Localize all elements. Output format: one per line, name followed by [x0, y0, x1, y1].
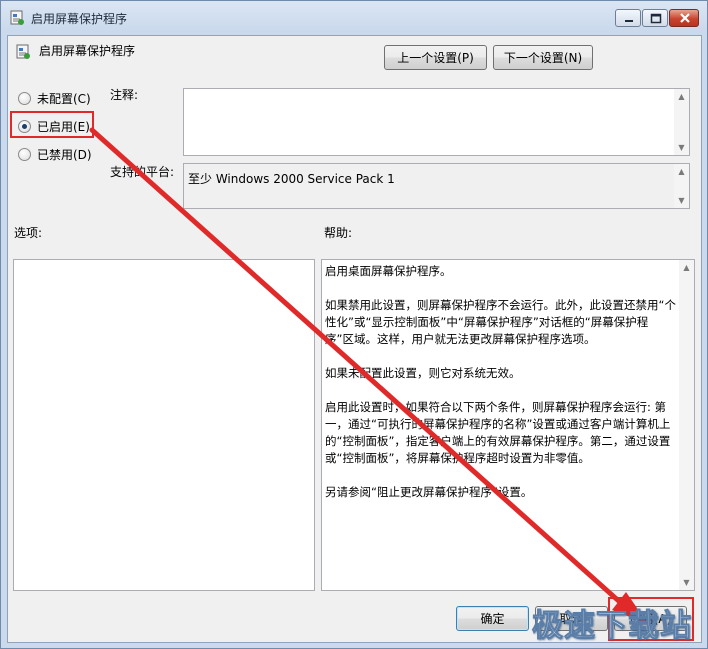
policy-setting-icon [16, 44, 30, 59]
help-paragraph: 如果未配置此设置，则它对系统无效。 [325, 366, 521, 380]
maximize-icon [650, 13, 662, 24]
maximize-button[interactable] [642, 9, 668, 27]
previous-setting-button[interactable]: 上一个设置(P) [384, 45, 487, 70]
radio-disabled[interactable]: 已禁用(D) [18, 146, 92, 163]
scroll-up-icon[interactable]: ▲ [674, 89, 689, 104]
comment-scrollbar[interactable]: ▲ ▼ [674, 89, 689, 155]
radio-label: 未配置(C) [37, 92, 91, 106]
comment-label: 注释: [110, 88, 139, 102]
radio-button[interactable] [18, 148, 31, 161]
dialog-client-area: 启用屏幕保护程序 上一个设置(P) 下一个设置(N) 未配置(C) 已启用(E)… [7, 35, 702, 643]
comment-textarea[interactable]: ▲ ▼ [183, 88, 690, 156]
platform-label: 支持的平台: [110, 165, 175, 179]
help-text: 启用桌面屏幕保护程序。 如果禁用此设置，则屏幕保护程序不会运行。此外，此设置还禁… [325, 263, 677, 518]
help-paragraph: 如果禁用此设置，则屏幕保护程序不会运行。此外，此设置还禁用“个性化”或“显示控制… [325, 298, 676, 346]
platform-value: 至少 Windows 2000 Service Pack 1 [188, 172, 395, 186]
radio-button[interactable] [18, 92, 31, 105]
policy-setting-icon [10, 10, 24, 25]
scroll-down-icon[interactable]: ▼ [674, 140, 689, 155]
scroll-up-icon[interactable]: ▲ [674, 164, 689, 179]
dialog-window: 启用屏幕保护程序 启用屏幕保护程序 上一个设置(P) 下一个设置(N) 未配置(… [0, 0, 708, 649]
watermark-logo: 极速下载站 [532, 608, 692, 645]
help-paragraph: 启用桌面屏幕保护程序。 [325, 264, 452, 278]
help-pane: 启用桌面屏幕保护程序。 如果禁用此设置，则屏幕保护程序不会运行。此外，此设置还禁… [321, 259, 695, 591]
close-button[interactable] [669, 9, 699, 27]
close-icon [680, 13, 690, 23]
platform-field: 至少 Windows 2000 Service Pack 1 ▲ ▼ [183, 163, 690, 209]
help-scrollbar[interactable]: ▲ ▼ [679, 260, 694, 590]
help-paragraph: 启用此设置时，如果符合以下两个条件，则屏幕保护程序会运行: 第一，通过“可执行的… [325, 400, 671, 465]
setting-title: 启用屏幕保护程序 [39, 44, 136, 58]
radio-not-configured[interactable]: 未配置(C) [18, 90, 91, 107]
minimize-button[interactable] [615, 9, 641, 27]
scroll-down-icon[interactable]: ▼ [679, 575, 694, 590]
title-bar[interactable]: 启用屏幕保护程序 [1, 1, 707, 35]
platform-scrollbar[interactable]: ▲ ▼ [674, 164, 689, 208]
scroll-up-icon[interactable]: ▲ [679, 260, 694, 275]
options-label: 选项: [14, 226, 43, 240]
options-pane [13, 259, 315, 591]
minimize-icon [625, 20, 633, 22]
next-setting-button[interactable]: 下一个设置(N) [493, 45, 593, 70]
ok-button[interactable]: 确定 [456, 606, 529, 631]
annotation-box-enabled [10, 111, 94, 138]
help-paragraph: 另请参阅“阻止更改屏幕保护程序”设置。 [325, 485, 533, 499]
help-label: 帮助: [324, 226, 353, 240]
radio-label: 已禁用(D) [37, 148, 92, 162]
scroll-down-icon[interactable]: ▼ [674, 193, 689, 208]
window-title: 启用屏幕保护程序 [31, 12, 128, 26]
